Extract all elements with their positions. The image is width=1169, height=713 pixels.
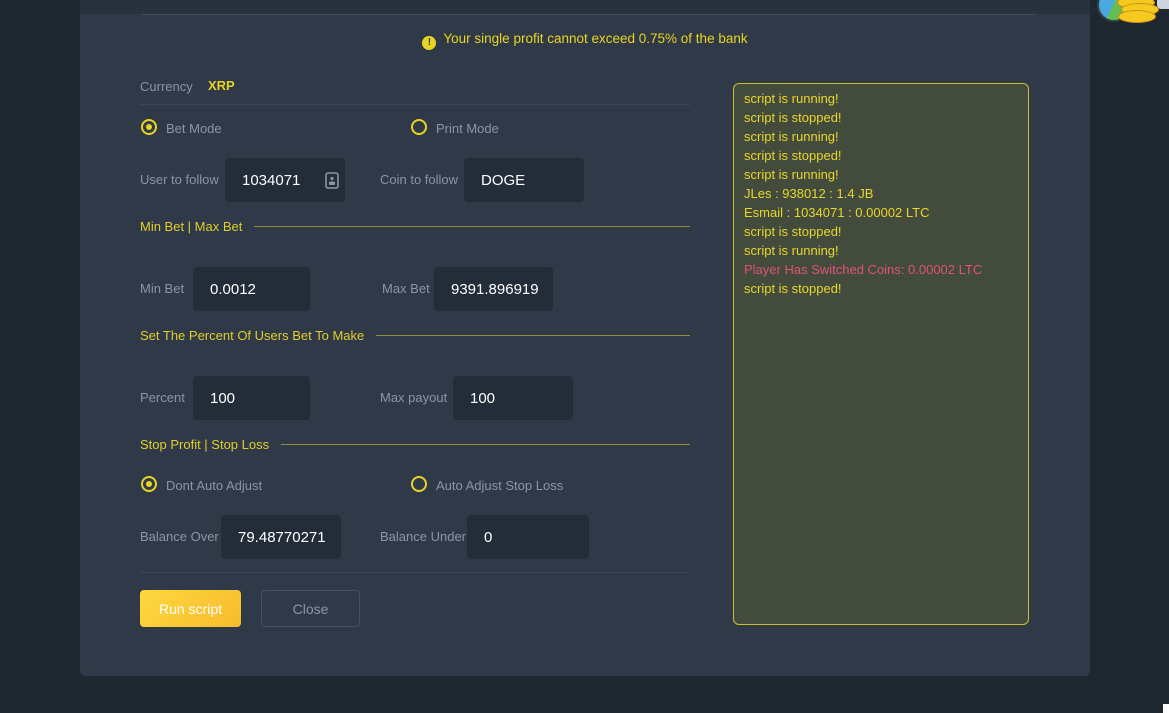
modal-header-divider bbox=[142, 14, 1035, 15]
balance-under-label: Balance Under bbox=[380, 515, 466, 559]
max-payout-label: Max payout bbox=[380, 376, 447, 420]
min-bet-input[interactable] bbox=[193, 267, 310, 311]
log-line: script is running! bbox=[744, 241, 1018, 260]
section-min-max-title: Min Bet | Max Bet bbox=[140, 219, 242, 234]
user-to-follow-label: User to follow bbox=[140, 158, 219, 202]
currency-value[interactable]: XRP bbox=[208, 78, 235, 93]
log-line: script is stopped! bbox=[744, 146, 1018, 165]
auto-adjust-stop-loss-label[interactable]: Auto Adjust Stop Loss bbox=[436, 478, 563, 493]
currency-label: Currency bbox=[140, 79, 193, 94]
section-line bbox=[254, 226, 690, 227]
dont-auto-adjust-radio[interactable] bbox=[141, 476, 157, 492]
log-line: script is stopped! bbox=[744, 279, 1018, 298]
page: ! Your single profit cannot exceed 0.75% … bbox=[0, 0, 1169, 713]
coin-to-follow-input[interactable] bbox=[464, 158, 584, 202]
section-line bbox=[376, 335, 690, 336]
user-to-follow-input[interactable] bbox=[225, 158, 345, 202]
log-line: script is stopped! bbox=[744, 222, 1018, 241]
balance-over-label: Balance Over bbox=[140, 515, 219, 559]
coin-icon bbox=[1118, 10, 1156, 23]
log-line: JLes : 938012 : 1.4 JB bbox=[744, 184, 1018, 203]
script-log-panel[interactable]: script is running!script is stopped!scri… bbox=[733, 83, 1029, 625]
percent-label: Percent bbox=[140, 376, 185, 420]
max-bet-input[interactable] bbox=[434, 267, 553, 311]
section-percent-title: Set The Percent Of Users Bet To Make bbox=[140, 328, 364, 343]
log-line: script is running! bbox=[744, 127, 1018, 146]
max-payout-input[interactable] bbox=[453, 376, 573, 420]
max-bet-label: Max Bet bbox=[382, 267, 430, 311]
info-icon: ! bbox=[422, 36, 436, 50]
log-line: script is stopped! bbox=[744, 108, 1018, 127]
log-line: Esmail : 1034071 : 0.00002 LTC bbox=[744, 203, 1018, 222]
divider bbox=[140, 104, 690, 105]
log-line: script is running! bbox=[744, 165, 1018, 184]
divider bbox=[140, 572, 690, 573]
close-button[interactable]: Close bbox=[261, 590, 360, 627]
modal-header-band bbox=[80, 0, 1090, 14]
print-mode-label[interactable]: Print Mode bbox=[436, 121, 499, 136]
section-line bbox=[281, 444, 690, 445]
profit-warning: ! Your single profit cannot exceed 0.75% … bbox=[80, 31, 1090, 50]
section-stop: Stop Profit | Stop Loss bbox=[140, 437, 690, 452]
auto-adjust-stop-loss-radio[interactable] bbox=[411, 476, 427, 492]
script-settings-modal: ! Your single profit cannot exceed 0.75% … bbox=[80, 0, 1090, 676]
cutoff-ui-corner bbox=[1157, 0, 1169, 9]
section-min-max: Min Bet | Max Bet bbox=[140, 219, 690, 234]
coin-to-follow-label: Coin to follow bbox=[380, 158, 458, 202]
percent-input[interactable] bbox=[193, 376, 310, 420]
run-script-button[interactable]: Run script bbox=[140, 590, 241, 627]
log-line: Player Has Switched Coins: 0.00002 LTC bbox=[744, 260, 1018, 279]
profit-warning-text: Your single profit cannot exceed 0.75% o… bbox=[443, 31, 747, 46]
balance-under-input[interactable] bbox=[467, 515, 589, 559]
dont-auto-adjust-label[interactable]: Dont Auto Adjust bbox=[166, 478, 262, 493]
balance-over-input[interactable] bbox=[221, 515, 341, 559]
min-bet-label: Min Bet bbox=[140, 267, 184, 311]
bet-mode-radio[interactable] bbox=[141, 119, 157, 135]
section-percent: Set The Percent Of Users Bet To Make bbox=[140, 328, 690, 343]
scrollbar-corner bbox=[1163, 704, 1169, 713]
log-line: script is running! bbox=[744, 89, 1018, 108]
section-stop-title: Stop Profit | Stop Loss bbox=[140, 437, 269, 452]
print-mode-radio[interactable] bbox=[411, 119, 427, 135]
bet-mode-label[interactable]: Bet Mode bbox=[166, 121, 222, 136]
